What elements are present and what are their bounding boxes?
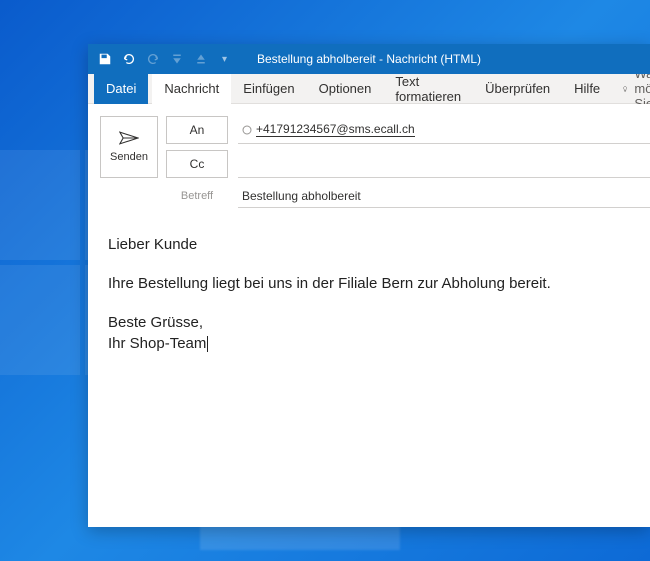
tab-ueberpruefen[interactable]: Überprüfen: [473, 74, 562, 104]
body-paragraph: Ihre Bestellung liegt bei uns in der Fil…: [108, 273, 630, 294]
tab-hilfe[interactable]: Hilfe: [562, 74, 612, 104]
titlebar: ▾ Bestellung abholbereit - Nachricht (HT…: [88, 44, 650, 74]
subject-field[interactable]: Bestellung abholbereit: [238, 184, 650, 208]
previous-item-icon: [170, 52, 184, 66]
body-greeting: Lieber Kunde: [108, 234, 630, 255]
tab-nachricht[interactable]: Nachricht: [152, 74, 231, 104]
tab-text-formatieren[interactable]: Text formatieren: [383, 74, 473, 104]
to-button[interactable]: An: [166, 116, 228, 144]
tab-einfuegen[interactable]: Einfügen: [231, 74, 306, 104]
cc-field[interactable]: [238, 150, 650, 178]
file-tab[interactable]: Datei: [94, 74, 148, 104]
next-item-icon: [194, 52, 208, 66]
send-button[interactable]: Senden: [100, 116, 158, 178]
redo-icon: [146, 52, 160, 66]
send-icon: [119, 131, 139, 145]
message-body[interactable]: Lieber Kunde Ihre Bestellung liegt bei u…: [88, 216, 650, 527]
to-field[interactable]: +41791234567@sms.ecall.ch: [238, 116, 650, 144]
quick-access-toolbar: ▾: [88, 52, 237, 66]
recipient-icon: [242, 125, 252, 135]
text-cursor: [207, 336, 208, 352]
closing-line1: Beste Grüsse,: [108, 314, 203, 331]
qat-customize-icon[interactable]: ▾: [218, 54, 227, 65]
ribbon-tabs: Datei Nachricht Einfügen Optionen Text f…: [88, 74, 650, 104]
subject-label: Betreff: [166, 184, 228, 208]
tab-optionen[interactable]: Optionen: [307, 74, 384, 104]
closing-line2: Ihr Shop-Team: [108, 335, 206, 352]
to-value: +41791234567@sms.ecall.ch: [256, 122, 415, 137]
compose-window: ▾ Bestellung abholbereit - Nachricht (HT…: [88, 44, 650, 527]
lightbulb-icon: [622, 82, 628, 96]
cc-button[interactable]: Cc: [166, 150, 228, 178]
save-icon[interactable]: [98, 52, 112, 66]
body-closing: Beste Grüsse, Ihr Shop-Team: [108, 312, 630, 354]
undo-icon[interactable]: [122, 52, 136, 66]
subject-value: Bestellung abholbereit: [242, 189, 361, 203]
compose-header: Senden An Cc Betreff +41791234567@sms.ec…: [88, 104, 650, 216]
send-label: Senden: [110, 151, 148, 163]
